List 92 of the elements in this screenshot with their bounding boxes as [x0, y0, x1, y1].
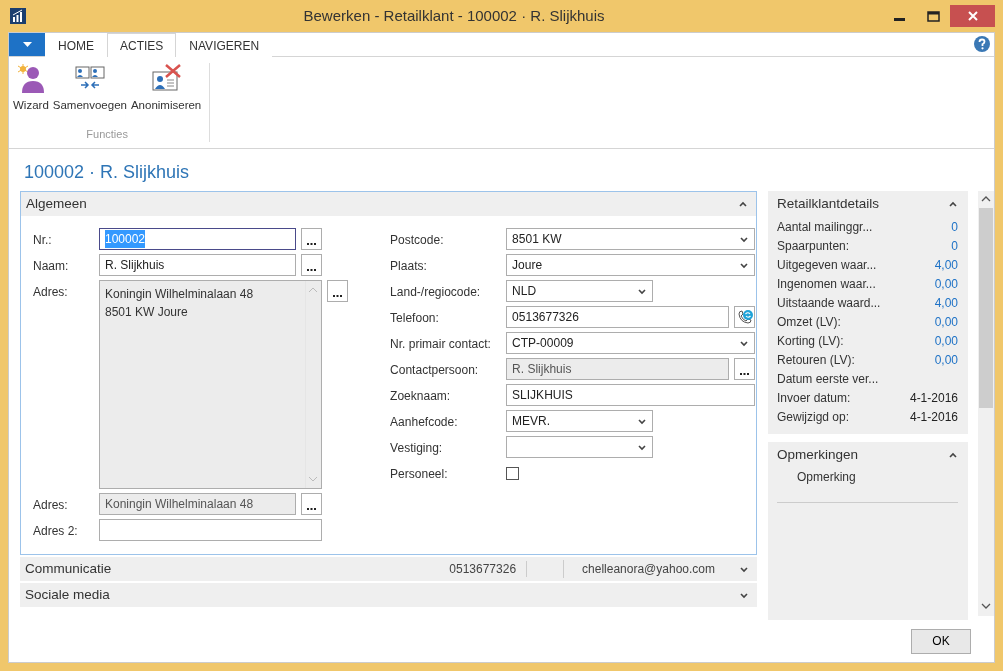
- field-label: Nr. primair contact:: [390, 336, 492, 353]
- value-link[interactable]: 4,00: [934, 293, 958, 312]
- ellipsis-icon: [333, 294, 342, 297]
- close-icon: [967, 11, 978, 21]
- dropdown-field[interactable]: 8501 KW: [506, 228, 756, 250]
- minimize-icon: [893, 18, 905, 21]
- factbox-label: Ingenomen waar...: [777, 275, 876, 293]
- factbox-label: Datum eerste ver...: [777, 370, 879, 388]
- value-link[interactable]: 0,00: [934, 331, 958, 350]
- text-field[interactable]: R. Slijkhuis: [99, 254, 296, 276]
- page-title: 100002 · R. Slijkhuis: [23, 161, 191, 184]
- lookup-button[interactable]: [301, 254, 322, 276]
- field-label: Aanhefcode:: [390, 414, 459, 431]
- ribbon-tab[interactable]: ACTIES: [107, 33, 177, 57]
- field-label: Naam:: [33, 258, 70, 275]
- ellipsis-icon: [740, 372, 750, 375]
- field-label: Land-/regiocode:: [390, 284, 482, 301]
- dropdown-icon: [637, 286, 648, 296]
- lookup-button[interactable]: [327, 280, 348, 302]
- factbox-label: Gewijzigd op:: [777, 408, 850, 426]
- factbox-label: Spaarpunten:: [777, 237, 850, 255]
- collapse-icon[interactable]: [948, 199, 958, 209]
- field-label: Postcode:: [390, 232, 445, 249]
- factbox-title[interactable]: Opmerkingen: [777, 444, 859, 466]
- close-button[interactable]: [950, 5, 995, 27]
- section-header[interactable]: Communicatie 0513677326 chelleanora@yahoo.com: [20, 557, 757, 581]
- factbox-label: Retouren (LV):: [777, 351, 855, 369]
- collapse-icon[interactable]: [948, 450, 958, 460]
- dropdown-icon: [637, 442, 648, 452]
- help-icon[interactable]: [974, 36, 990, 52]
- lookup-button[interactable]: [301, 493, 322, 515]
- dropdown-field[interactable]: NLD: [506, 280, 654, 302]
- group-label: Functies: [85, 126, 129, 142]
- text-field[interactable]: 0513677326: [506, 306, 730, 328]
- dropdown-field[interactable]: CTP-00009: [506, 332, 756, 354]
- section-header[interactable]: Sociale media: [20, 583, 757, 607]
- text-field[interactable]: [99, 519, 322, 541]
- caret-icon: [22, 42, 32, 47]
- summary-value: chelleanora@yahoo.com: [563, 560, 725, 578]
- value-link[interactable]: 0: [951, 217, 958, 236]
- field-label: Nr.:: [33, 232, 53, 249]
- scrollbar-drawing[interactable]: [978, 191, 994, 616]
- text-field[interactable]: SLIJKHUIS: [506, 384, 756, 406]
- ribbon-button[interactable]: Samenvoegen: [50, 63, 129, 126]
- maximize-icon: [926, 10, 940, 22]
- factbox-label: Korting (LV):: [777, 332, 844, 350]
- field-label: Zoeknaam:: [390, 388, 452, 405]
- window-title: Bewerken - Retailklant - 100002 · R. Slijkhuis: [302, 5, 606, 26]
- value-link[interactable]: 0,00: [934, 274, 958, 293]
- value-link[interactable]: 0,00: [934, 312, 958, 331]
- dropdown-field[interactable]: MEVR.: [506, 410, 654, 432]
- section-header[interactable]: Algemeen: [21, 192, 756, 216]
- checkbox[interactable]: [506, 467, 520, 480]
- ribbon-button[interactable]: Wizard: [11, 63, 51, 126]
- ellipsis-icon: [307, 242, 316, 245]
- factbox-title[interactable]: Retailklantdetails: [777, 193, 880, 215]
- ribbon-button[interactable]: Anonimiseren: [128, 63, 204, 126]
- field-label: Adres 2:: [33, 523, 79, 540]
- field-label: Plaats:: [390, 258, 428, 275]
- value-link[interactable]: 0,00: [934, 350, 958, 369]
- app-menu-button[interactable]: [9, 33, 45, 56]
- value-link[interactable]: 0: [951, 236, 958, 255]
- field-label: Adres:: [33, 497, 69, 514]
- dropdown-field[interactable]: Joure: [506, 254, 756, 276]
- note-link[interactable]: Opmerking: [777, 468, 958, 494]
- dropdown-icon: [739, 260, 750, 270]
- field-label: Telefoon:: [390, 310, 440, 327]
- phone-icon: [736, 309, 753, 325]
- value-link[interactable]: 4,00: [934, 255, 958, 274]
- factbox-value: 4-1-2016: [909, 389, 958, 407]
- dropdown-icon: [637, 416, 648, 426]
- factbox-label: Invoer datum:: [777, 389, 851, 407]
- ok-button[interactable]: OK: [911, 628, 971, 654]
- factbox-label: Uitgegeven waar...: [777, 256, 877, 274]
- app-logo-icon: [10, 8, 26, 24]
- factbox-value: 4-1-2016: [909, 408, 958, 426]
- dropdown-icon: [739, 338, 750, 348]
- factbox-label: Uitstaande waard...: [777, 294, 881, 312]
- field-label: Personeel:: [390, 466, 449, 483]
- dropdown-icon: [739, 234, 750, 244]
- lookup-button[interactable]: [734, 358, 756, 380]
- call-button[interactable]: [734, 306, 756, 328]
- field-label: Adres:: [33, 284, 69, 301]
- lookup-button[interactable]: [301, 228, 322, 250]
- summary-value: 0513677326: [448, 561, 518, 578]
- ellipsis-icon: [307, 507, 316, 510]
- factbox-label: Omzet (LV):: [777, 313, 841, 331]
- factbox-label: Aantal mailinggr...: [777, 218, 873, 236]
- ellipsis-icon: [307, 268, 316, 271]
- dropdown-field[interactable]: [506, 436, 654, 458]
- field-label: Vestiging:: [390, 440, 444, 457]
- field-label: Contactpersoon:: [390, 362, 480, 379]
